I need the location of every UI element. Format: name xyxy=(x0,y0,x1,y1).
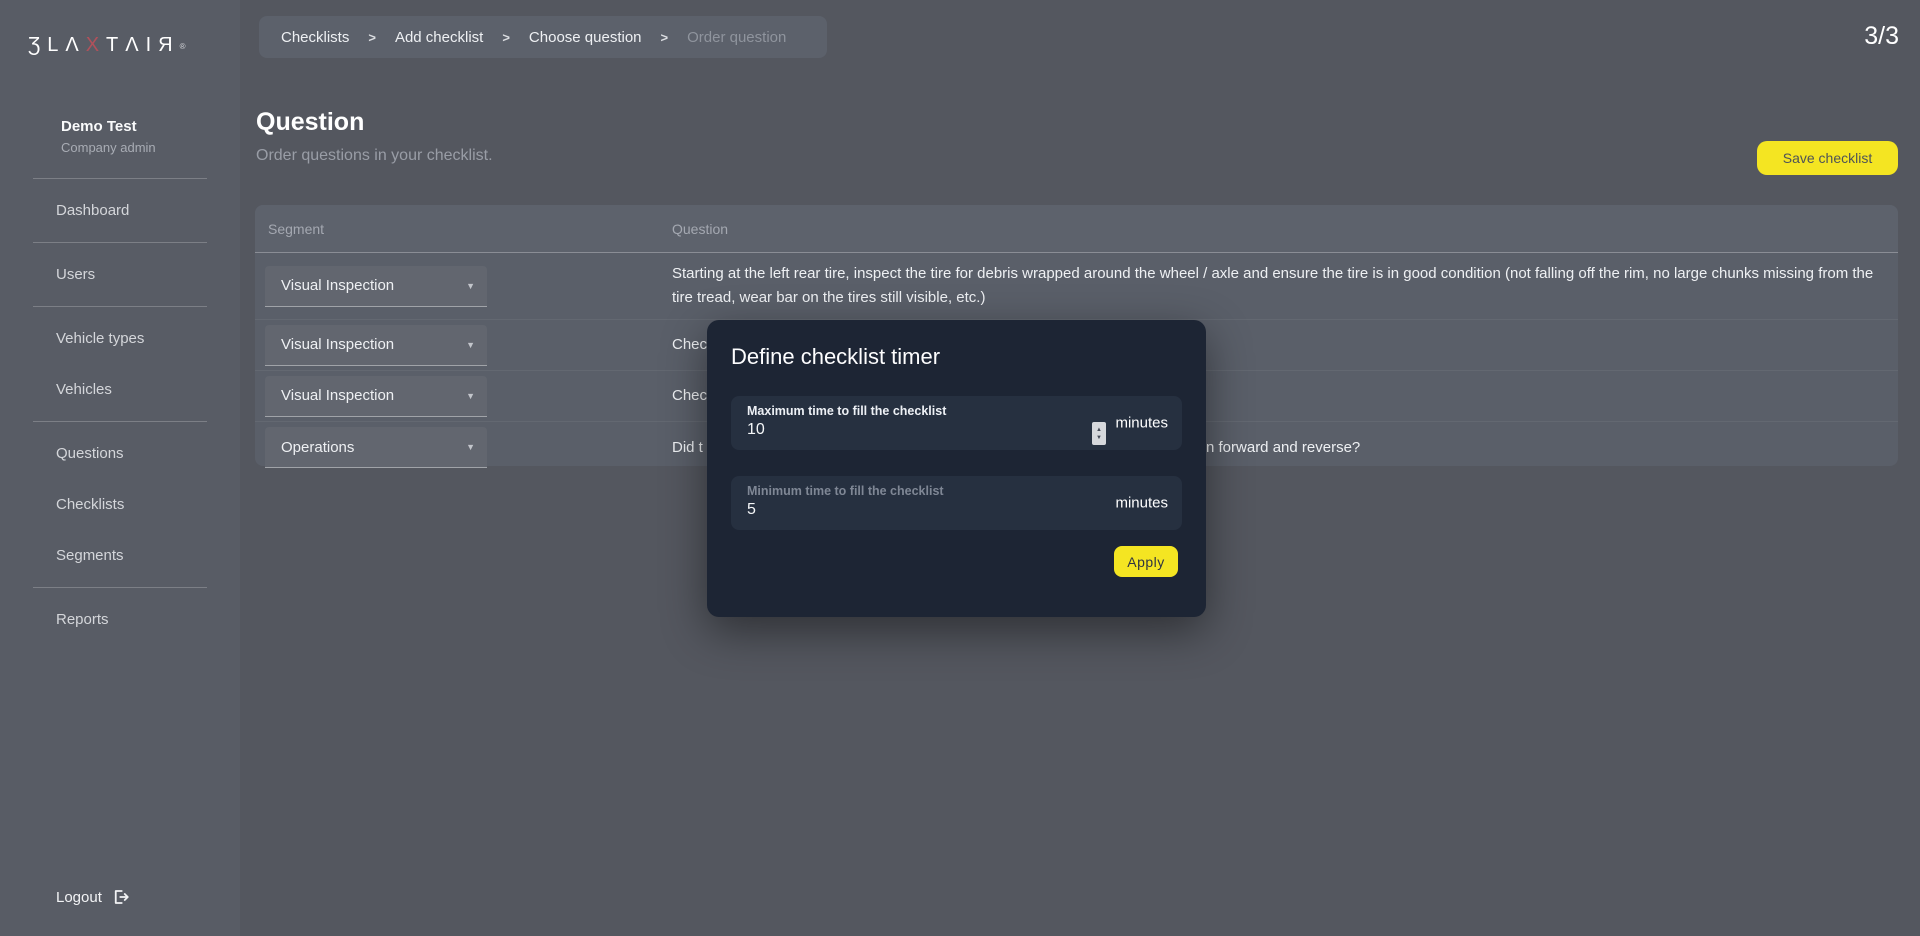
logout-button[interactable]: Logout xyxy=(56,888,130,906)
chevron-down-icon: ▼ xyxy=(466,281,475,291)
max-time-label: Maximum time to fill the checklist xyxy=(747,404,1166,418)
max-time-field: Maximum time to fill the checklist ▲ ▼ m… xyxy=(731,396,1182,450)
sidebar: ƷLΛXTΛIЯ® Demo Test Company admin Dashbo… xyxy=(0,0,240,936)
stepper-down-icon[interactable]: ▼ xyxy=(1096,435,1102,441)
logo-x: X xyxy=(86,34,106,56)
sidebar-item-questions[interactable]: Questions xyxy=(0,428,240,479)
question-cell: Starting at the left rear tire, inspect … xyxy=(672,253,1898,319)
stepper-up-icon[interactable]: ▲ xyxy=(1096,427,1102,433)
number-stepper[interactable]: ▲ ▼ xyxy=(1092,422,1106,445)
segment-cell: Operations ▼ xyxy=(255,422,672,473)
registered-mark: ® xyxy=(180,42,186,51)
chevron-right-icon: > xyxy=(368,30,376,45)
segment-select[interactable]: Operations ▼ xyxy=(265,427,487,468)
define-checklist-timer-dialog: Define checklist timer Maximum time to f… xyxy=(707,320,1206,617)
page-subtitle: Order questions in your checklist. xyxy=(256,147,493,165)
sidebar-item-vehicles[interactable]: Vehicles xyxy=(0,364,240,415)
chevron-down-icon: ▼ xyxy=(466,340,475,350)
segment-select-value: Visual Inspection xyxy=(281,277,394,294)
dialog-title: Define checklist timer xyxy=(731,344,1182,370)
segment-select[interactable]: Visual Inspection ▼ xyxy=(265,266,487,307)
chevron-right-icon: > xyxy=(502,30,510,45)
column-header-segment: Segment xyxy=(255,221,672,237)
divider xyxy=(33,421,207,422)
sidebar-item-dashboard[interactable]: Dashboard xyxy=(0,185,240,236)
breadcrumb: Checklists > Add checklist > Choose ques… xyxy=(259,16,827,58)
segment-cell: Visual Inspection ▼ xyxy=(255,371,672,421)
step-indicator: 3/3 xyxy=(1864,22,1899,51)
page-title: Question xyxy=(256,108,364,137)
segment-select-value: Visual Inspection xyxy=(281,336,394,353)
sidebar-nav: Dashboard Users Vehicle types Vehicles Q… xyxy=(0,172,240,645)
blaxtair-logo: ƷLΛXTΛIЯ® xyxy=(28,34,186,57)
min-time-field: Minimum time to fill the checklist minut… xyxy=(731,476,1182,530)
max-time-unit: minutes xyxy=(1115,415,1168,432)
divider xyxy=(33,178,207,179)
min-time-unit: minutes xyxy=(1115,495,1168,512)
max-time-input[interactable] xyxy=(747,421,1047,439)
breadcrumb-item-checklists[interactable]: Checklists xyxy=(281,29,349,46)
sidebar-item-checklists[interactable]: Checklists xyxy=(0,479,240,530)
save-checklist-button[interactable]: Save checklist xyxy=(1757,141,1898,175)
question-fragment-left: Did t xyxy=(672,436,703,460)
segment-cell: Visual Inspection ▼ xyxy=(255,320,672,370)
min-time-label: Minimum time to fill the checklist xyxy=(747,484,1166,498)
logo-text: ƷLΛ xyxy=(28,34,86,56)
segment-select-value: Operations xyxy=(281,439,354,456)
divider xyxy=(33,306,207,307)
logout-icon xyxy=(112,888,130,906)
sidebar-item-segments[interactable]: Segments xyxy=(0,530,240,581)
breadcrumb-item-order-question: Order question xyxy=(687,29,786,46)
logo-text-2: TΛIЯ xyxy=(106,34,180,56)
table-row: Visual Inspection ▼ Starting at the left… xyxy=(255,253,1898,320)
user-name: Demo Test xyxy=(61,118,156,135)
segment-select[interactable]: Visual Inspection ▼ xyxy=(265,376,487,417)
divider xyxy=(33,587,207,588)
chevron-right-icon: > xyxy=(661,30,669,45)
sidebar-item-vehicle-types[interactable]: Vehicle types xyxy=(0,313,240,364)
min-time-input[interactable] xyxy=(747,501,1047,519)
chevron-down-icon: ▼ xyxy=(466,391,475,401)
segment-cell: Visual Inspection ▼ xyxy=(255,253,672,319)
question-fragment-right: n forward and reverse? xyxy=(1206,436,1360,460)
user-role: Company admin xyxy=(61,140,156,155)
segment-select[interactable]: Visual Inspection ▼ xyxy=(265,325,487,366)
segment-select-value: Visual Inspection xyxy=(281,387,394,404)
breadcrumb-item-add-checklist[interactable]: Add checklist xyxy=(395,29,483,46)
breadcrumb-item-choose-question[interactable]: Choose question xyxy=(529,29,642,46)
sidebar-item-reports[interactable]: Reports xyxy=(0,594,240,645)
sidebar-item-users[interactable]: Users xyxy=(0,249,240,300)
chevron-down-icon: ▼ xyxy=(466,442,475,452)
user-block: Demo Test Company admin xyxy=(61,118,156,155)
logout-label: Logout xyxy=(56,889,102,906)
table-header: Segment Question xyxy=(255,205,1898,253)
divider xyxy=(33,242,207,243)
apply-button[interactable]: Apply xyxy=(1114,546,1178,577)
column-header-question: Question xyxy=(672,221,1898,237)
